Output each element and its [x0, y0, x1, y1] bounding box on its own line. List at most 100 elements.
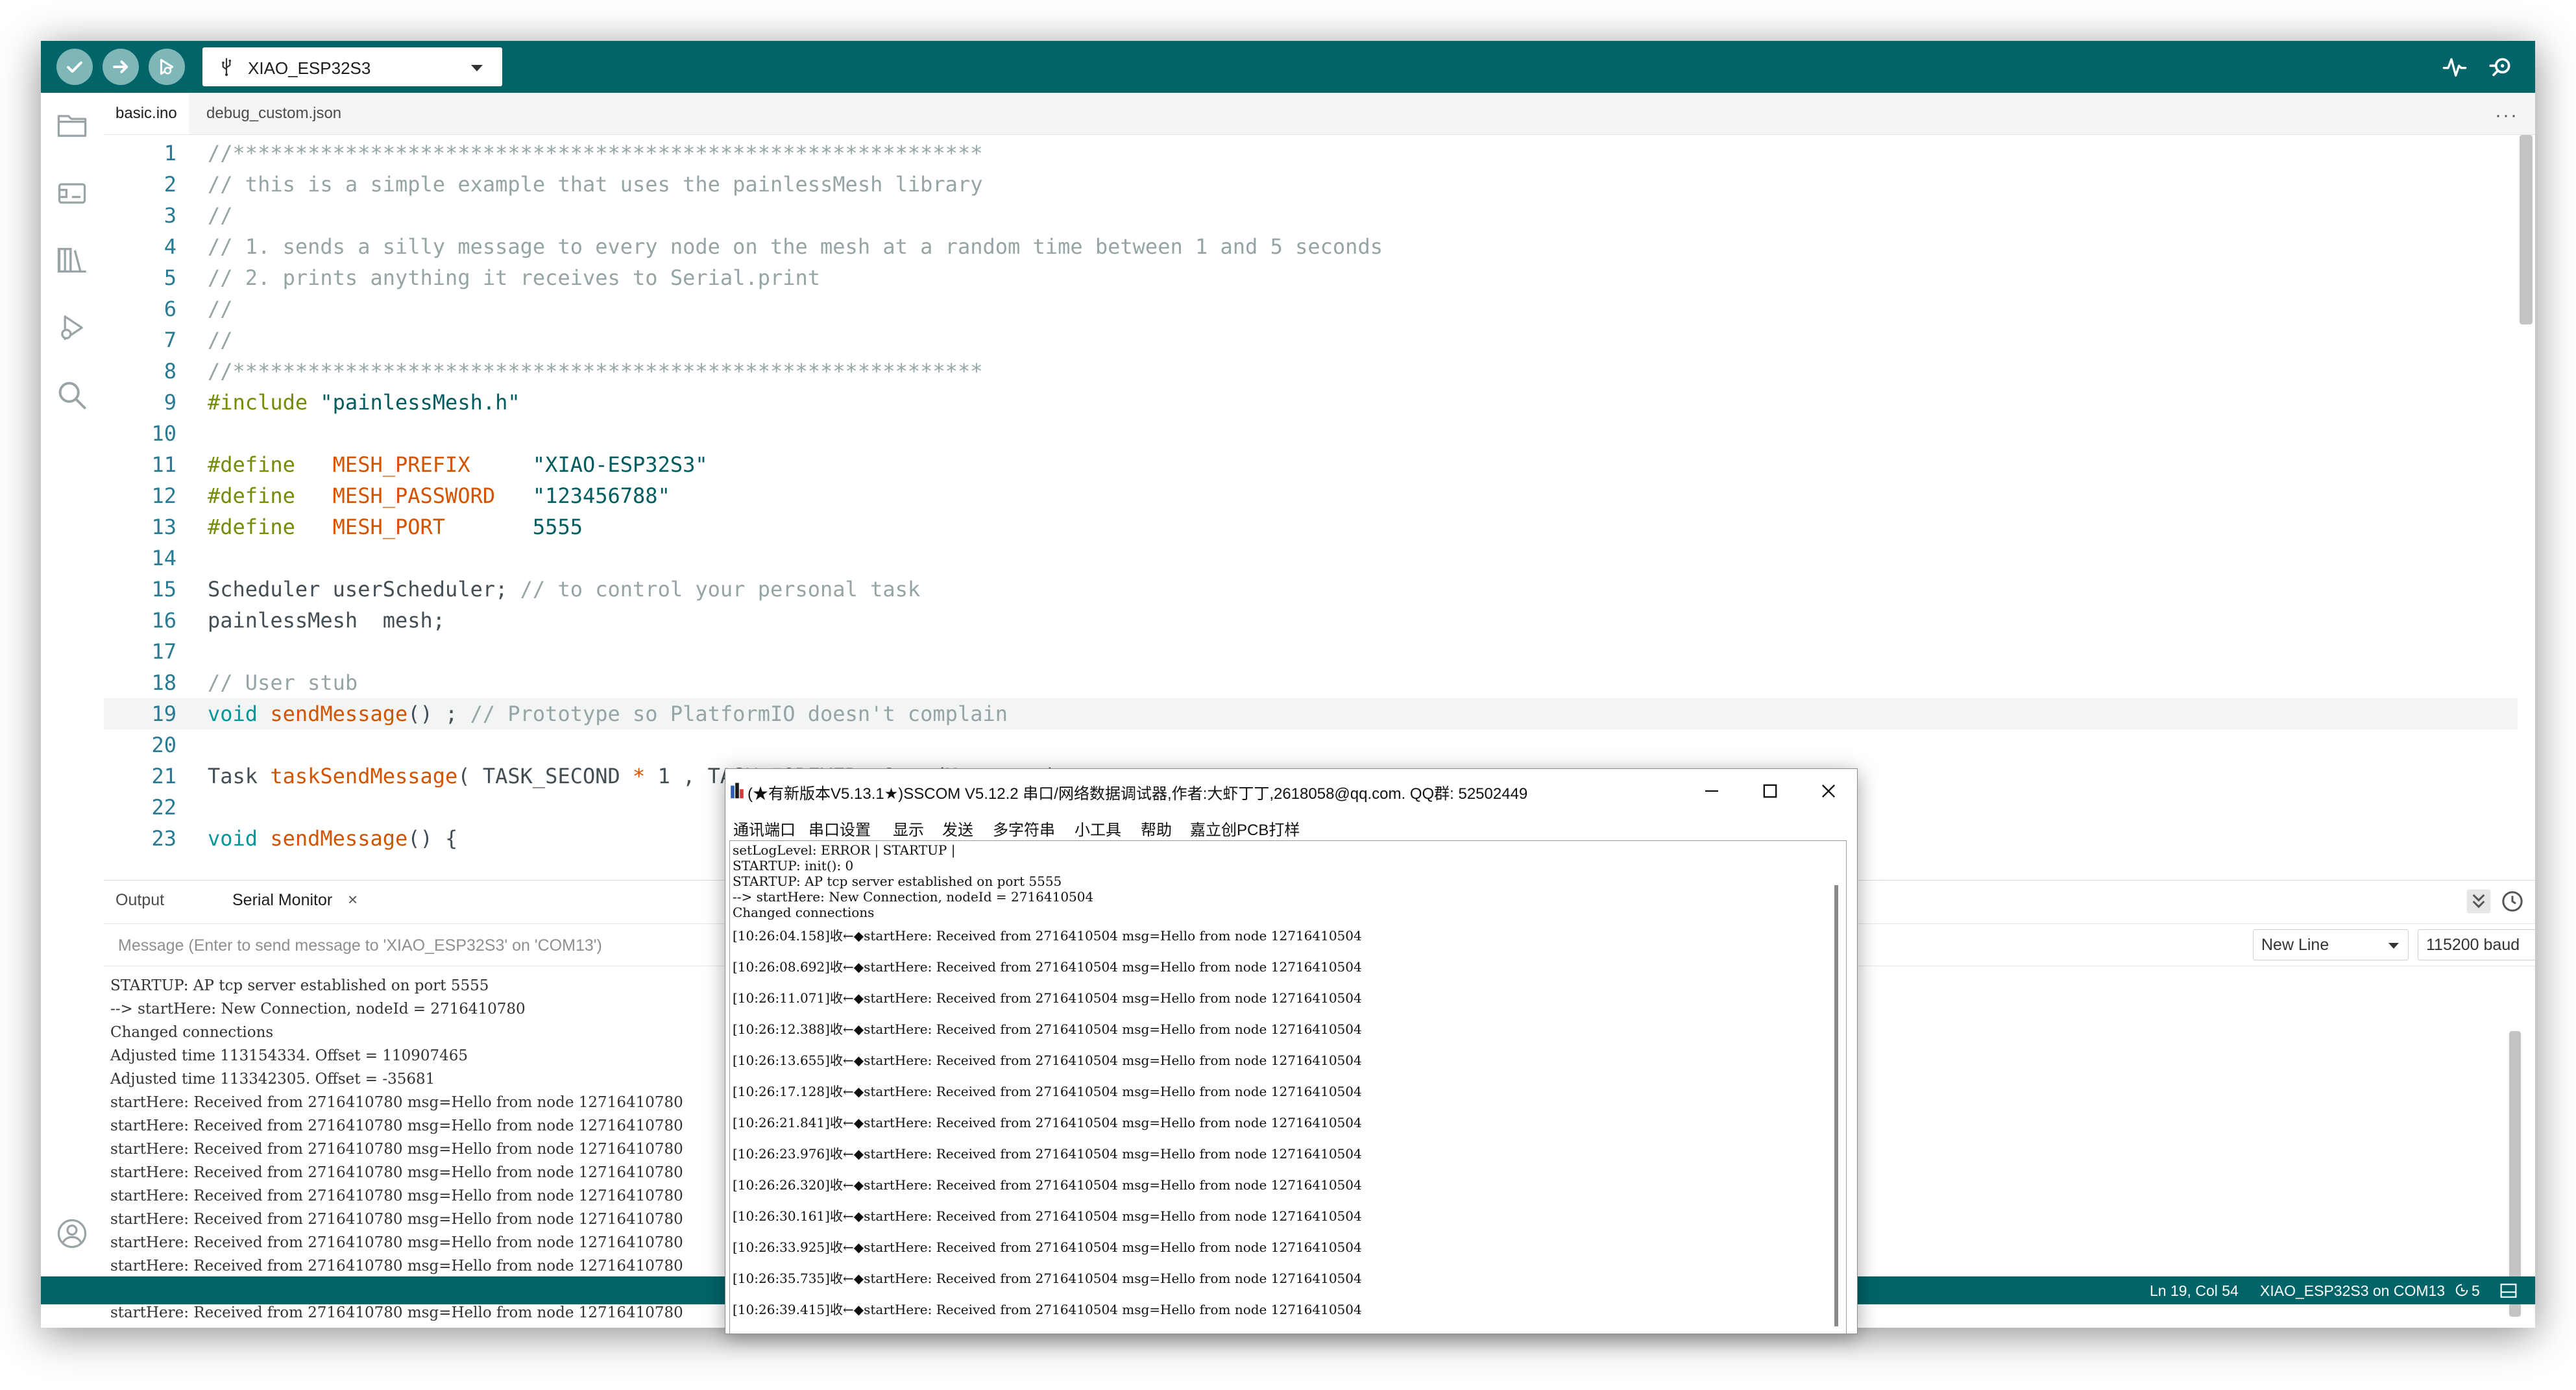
upload-button[interactable] [103, 49, 139, 85]
code-text: //**************************************… [208, 138, 982, 169]
sscom-header-line: --> startHere: New Connection, nodeId = … [733, 889, 1094, 905]
close-icon[interactable] [1816, 778, 1841, 804]
code-line[interactable]: 18 // User stub [104, 667, 2518, 698]
notification-icon[interactable] [2455, 1283, 2469, 1297]
code-text: // 2. prints anything it receives to Ser… [208, 262, 820, 293]
menu-multi-string[interactable]: 多字符串 [993, 817, 1055, 840]
editor-scrollbar[interactable] [2520, 135, 2533, 324]
tab-debug-custom-json[interactable]: debug_custom.json [195, 93, 353, 134]
arrow-right-icon [113, 60, 128, 73]
checkmark-icon [67, 61, 82, 73]
code-line[interactable]: 1 //*************************************… [104, 138, 2518, 169]
panel-toggle-icon[interactable] [2500, 1283, 2517, 1299]
verify-button[interactable] [56, 49, 93, 85]
toolbar: XIAO_ESP32S3 [41, 41, 2535, 93]
code-line[interactable]: 6 // [104, 293, 2518, 324]
notification-count: 5 [2472, 1282, 2480, 1299]
code-token: // to control your personal task [520, 577, 921, 602]
line-number: 17 [151, 639, 176, 664]
code-token: // Prototype so PlatformIO doesn't compl… [470, 701, 1008, 726]
code-token: // this is a simple example that uses th… [208, 172, 983, 197]
sscom-header-line: STARTUP: AP tcp server established on po… [733, 873, 1062, 889]
sscom-receive-area[interactable]: setLogLevel: ERROR | STARTUP | STARTUP: i… [729, 840, 1847, 1334]
code-line[interactable]: 15 Scheduler userScheduler; // to control… [104, 574, 2518, 605]
user-icon[interactable] [55, 1217, 89, 1250]
code-line[interactable]: 20 [104, 729, 2518, 761]
sscom-rx-line: [10:26:23.976]收←◆startHere: Received fro… [733, 1146, 1362, 1162]
board-port-status[interactable]: XIAO_ESP32S3 on COM13 [2260, 1282, 2445, 1300]
code-line[interactable]: 13 #define MESH_PORT 5555 [104, 511, 2518, 543]
sscom-rx-line: [10:26:30.161]收←◆startHere: Received fro… [733, 1208, 1362, 1224]
line-number: 1 [164, 141, 176, 165]
board-selector[interactable]: XIAO_ESP32S3 [202, 47, 502, 86]
sscom-titlebar[interactable]: (★有新版本V5.13.1★)SSCOM V5.12.2 串口/网络数据调试器,… [725, 769, 1857, 812]
search-icon[interactable] [55, 378, 89, 412]
menu-send[interactable]: 发送 [942, 817, 973, 840]
code-line[interactable]: 8 //*************************************… [104, 356, 2518, 387]
serial-scrollbar[interactable] [2509, 1031, 2521, 1317]
code-line[interactable]: 4 // 1. sends a silly message to every no… [104, 231, 2518, 262]
code-text: painlessMesh mesh; [208, 605, 445, 636]
library-icon[interactable] [55, 243, 89, 277]
maximize-icon[interactable] [1757, 778, 1783, 804]
line-number: 23 [151, 826, 176, 851]
code-line[interactable]: 7 // [104, 324, 2518, 356]
pulse-icon[interactable] [2442, 54, 2468, 80]
code-line[interactable]: 16 painlessMesh mesh; [104, 605, 2518, 636]
sscom-rx-line: [10:26:04.158]收←◆startHere: Received fro… [733, 928, 1362, 944]
close-icon[interactable]: × [348, 890, 358, 910]
code-line[interactable]: 11 #define MESH_PREFIX "XIAO-ESP32S3" [104, 449, 2518, 480]
more-options-icon[interactable]: ··· [2495, 104, 2518, 127]
board-icon[interactable] [55, 176, 89, 210]
menu-serial-settings[interactable]: 串口设置 [808, 817, 871, 840]
line-ending-select[interactable]: New Line [2253, 929, 2409, 960]
minimize-icon[interactable] [1699, 778, 1725, 804]
debug-button[interactable] [149, 49, 185, 85]
debug-icon[interactable] [55, 311, 89, 345]
tab-basic-ino[interactable]: basic.ino [104, 93, 189, 134]
autoscroll-icon[interactable] [2466, 888, 2492, 914]
code-line[interactable]: 5 // 2. prints anything it receives to Se… [104, 262, 2518, 293]
menu-help[interactable]: 帮助 [1141, 817, 1172, 840]
code-token: // 1. sends a silly message to every nod… [208, 234, 1383, 259]
line-number: 3 [164, 203, 176, 228]
baud-rate-select[interactable]: 115200 baud [2418, 929, 2535, 960]
code-text: // [208, 293, 233, 324]
sscom-scrollbar[interactable] [1834, 885, 1838, 1326]
code-line[interactable]: 12 #define MESH_PASSWORD "123456788" [104, 480, 2518, 511]
sscom-rx-line: [10:26:12.388]收←◆startHere: Received fro… [733, 1021, 1362, 1037]
sscom-rx-line: [10:26:13.655]收←◆startHere: Received fro… [733, 1053, 1362, 1068]
code-token: () { [407, 826, 458, 851]
menu-comm-port[interactable]: 通讯端口 [733, 817, 796, 840]
code-line[interactable]: 2 // this is a simple example that uses t… [104, 169, 2518, 200]
code-text: void sendMessage() { [208, 823, 457, 854]
code-line[interactable]: 19 void sendMessage() ; // Prototype so P… [104, 698, 2518, 729]
code-line[interactable]: 10 [104, 418, 2518, 449]
magnifier-icon[interactable] [2488, 54, 2514, 80]
code-line[interactable]: 17 [104, 636, 2518, 667]
code-line[interactable]: 3 // [104, 200, 2518, 231]
code-token: * [633, 764, 646, 788]
code-line[interactable]: 14 [104, 543, 2518, 574]
code-text: #include "painlessMesh.h" [208, 387, 520, 418]
code-token: "123456788" [532, 483, 670, 508]
code-text: //**************************************… [208, 356, 982, 387]
menu-pcb-order[interactable]: 嘉立创PCB打样 [1190, 817, 1300, 840]
code-token: //**************************************… [208, 141, 983, 165]
code-token: taskSendMessage [270, 764, 458, 788]
menu-tools[interactable]: 小工具 [1075, 817, 1121, 840]
menu-display[interactable]: 显示 [893, 817, 924, 840]
code-token: 5555 [532, 515, 583, 539]
clear-output-icon[interactable] [2533, 888, 2535, 914]
tab-serial-monitor[interactable]: Serial Monitor [232, 891, 332, 910]
folder-icon[interactable] [55, 108, 89, 142]
chevron-down-icon [2388, 943, 2399, 949]
timestamp-icon[interactable] [2499, 888, 2525, 914]
code-line[interactable]: 9 #include "painlessMesh.h" [104, 387, 2518, 418]
tab-output[interactable]: Output [115, 891, 164, 910]
code-token: // [208, 297, 233, 321]
cursor-position[interactable]: Ln 19, Col 54 [2150, 1282, 2239, 1300]
